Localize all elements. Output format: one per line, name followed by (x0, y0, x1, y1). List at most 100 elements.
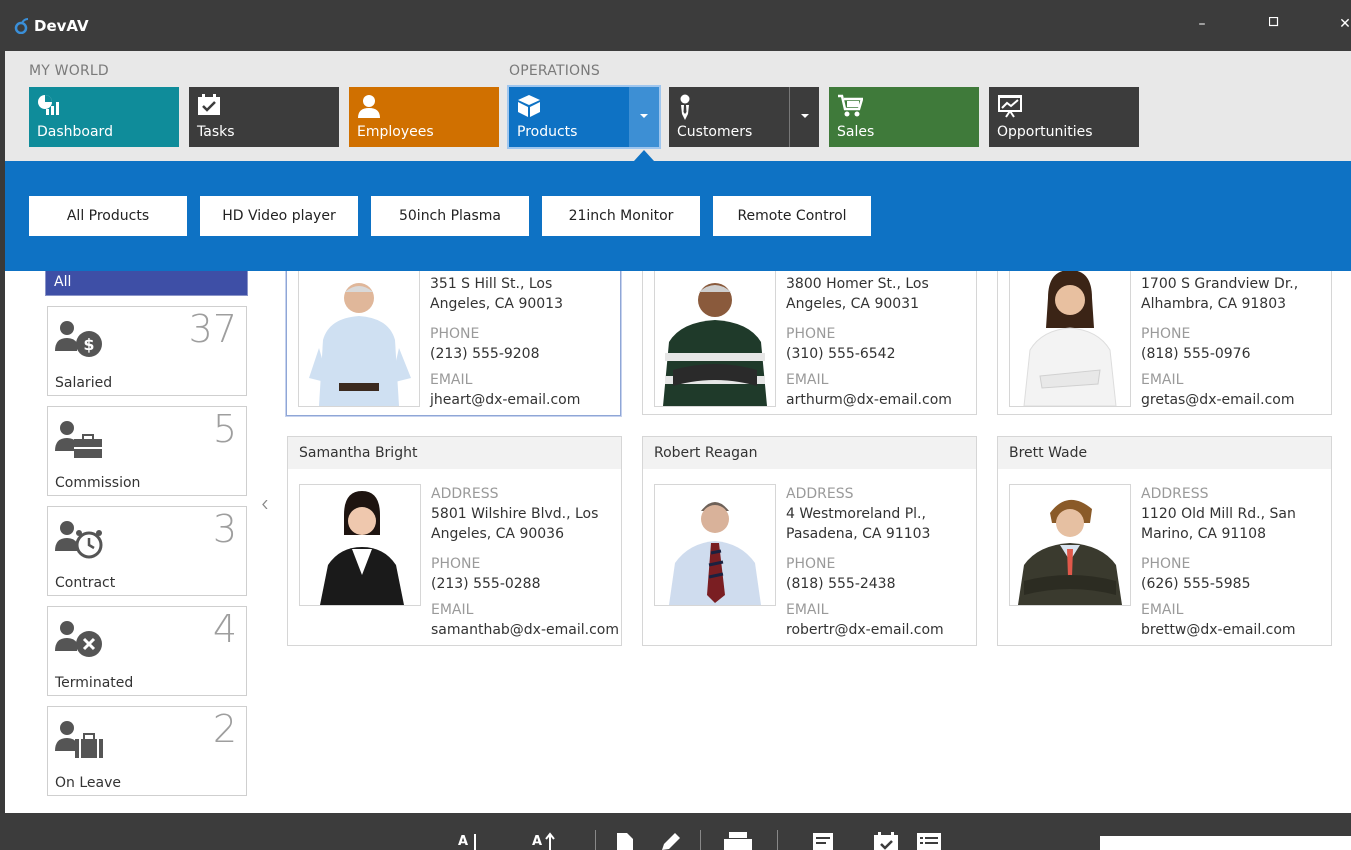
calendar-check-icon[interactable] (872, 832, 900, 850)
filter-all[interactable]: All (45, 271, 248, 296)
email-value[interactable]: robertr@dx-email.com (786, 620, 944, 640)
filter-commission[interactable]: 5 Commission (47, 406, 247, 496)
filter-count: 5 (212, 407, 237, 451)
email-label: EMAIL (786, 372, 829, 388)
phone-label: PHONE (430, 326, 480, 342)
employee-card[interactable]: 351 S Hill St., Los Angeles, CA 90013 PH… (286, 250, 621, 416)
phone-label: PHONE (786, 556, 836, 572)
toolbar-separator (700, 830, 701, 850)
email-value[interactable]: arthurm@dx-email.com (786, 390, 952, 410)
filter-contract[interactable]: 3 Contract (47, 506, 247, 596)
filter-count: 3 (212, 507, 237, 551)
filter-terminated[interactable]: 4 Terminated (47, 606, 247, 696)
customers-icon (680, 94, 690, 120)
employee-name: Samantha Bright (299, 445, 418, 461)
svg-text:$: $ (83, 335, 94, 354)
phone-value: (213) 555-0288 (431, 576, 541, 592)
dashboard-icon (38, 95, 59, 115)
employee-photo (1009, 257, 1131, 407)
card-header: Brett Wade (998, 437, 1331, 469)
email-value[interactable]: gretas@dx-email.com (1141, 390, 1298, 410)
menu-50inch-plasma[interactable]: 50inch Plasma (371, 196, 529, 236)
tile-label: Customers (677, 124, 753, 140)
email-label: EMAIL (1141, 602, 1184, 618)
employee-photo (1009, 484, 1131, 606)
email-label: EMAIL (431, 602, 474, 618)
employee-card[interactable]: 1700 S Grandview Dr., Alhambra, CA 91803… (997, 250, 1332, 415)
filter-label: All (54, 274, 72, 290)
customers-dropdown-button[interactable] (789, 87, 819, 147)
employee-info: 351 S Hill St., Los Angeles, CA 90013 PH… (430, 274, 580, 410)
group-label-my-world: MY WORLD (29, 63, 109, 79)
filter-salaried[interactable]: $ 37 Salaried (47, 306, 247, 396)
email-value[interactable]: brettw@dx-email.com (1141, 620, 1296, 640)
tile-customers[interactable]: Customers (669, 87, 819, 147)
on-leave-icon (55, 721, 103, 758)
filter-count: 37 (188, 307, 237, 351)
employee-card[interactable]: Samantha Bright ADDRESS 5801 Wilshire Bl… (287, 436, 622, 646)
tile-label: Products (517, 124, 578, 140)
title-bar (0, 0, 1351, 51)
menu-remote-control[interactable]: Remote Control (713, 196, 871, 236)
employee-info: 1700 S Grandview Dr., Alhambra, CA 91803… (1141, 274, 1298, 410)
filter-label: Commission (55, 475, 141, 491)
new-document-icon[interactable] (615, 832, 635, 850)
filter-on-leave[interactable]: 2 On Leave (47, 706, 247, 796)
close-button[interactable]: ✕ (1335, 16, 1351, 32)
filter-label: Salaried (55, 375, 113, 391)
card-header: Samantha Bright (288, 437, 621, 469)
card-header: Robert Reagan (643, 437, 976, 469)
address-line-2: Angeles, CA 90013 (430, 296, 563, 312)
maximize-button[interactable] (1264, 15, 1284, 31)
dropdown-pointer (634, 150, 654, 161)
edit-icon[interactable] (660, 832, 682, 850)
address-label: ADDRESS (431, 486, 499, 502)
phone-value: (213) 555-9208 (430, 346, 540, 362)
collapse-panel-button[interactable] (262, 497, 268, 513)
search-box[interactable] (1100, 836, 1351, 850)
list-icon[interactable] (916, 832, 942, 850)
tile-opportunities[interactable]: Opportunities (989, 87, 1139, 147)
employee-card[interactable]: 3800 Homer St., Los Angeles, CA 90031 PH… (642, 250, 977, 415)
employee-photo (298, 257, 420, 407)
filter-label: Terminated (55, 675, 134, 691)
print-icon[interactable] (722, 832, 754, 850)
phone-value: (818) 555-0976 (1141, 346, 1251, 362)
minimize-button[interactable]: – (1192, 16, 1212, 32)
chevron-down-icon (640, 114, 648, 118)
sort-ascending-icon[interactable]: A (458, 832, 484, 850)
phone-label: PHONE (786, 326, 836, 342)
tile-employees[interactable]: Employees (349, 87, 499, 147)
products-dropdown-button[interactable] (629, 87, 659, 147)
tile-dashboard[interactable]: Dashboard (29, 87, 179, 147)
menu-hd-video-player[interactable]: HD Video player (200, 196, 358, 236)
group-label-operations: OPERATIONS (509, 63, 601, 79)
toolbar-separator (777, 830, 778, 850)
tile-products[interactable]: Products (507, 85, 661, 149)
commission-icon (55, 421, 102, 458)
phone-label: PHONE (1141, 326, 1191, 342)
salaried-icon: $ (55, 321, 102, 357)
employee-info: 3800 Homer St., Los Angeles, CA 90031 PH… (786, 274, 952, 410)
employee-card[interactable]: Brett Wade ADDRESS 1120 Old Mill Rd., Sa… (997, 436, 1332, 646)
address-line-1: 4 Westmoreland Pl., (786, 506, 926, 522)
svg-text:A: A (532, 834, 542, 849)
filter-label: Contract (55, 575, 116, 591)
maximize-icon (1268, 16, 1279, 27)
address-line-2: Angeles, CA 90031 (786, 296, 919, 312)
menu-21inch-monitor[interactable]: 21inch Monitor (542, 196, 700, 236)
report-icon[interactable] (812, 832, 838, 850)
phone-value: (626) 555-5985 (1141, 576, 1251, 592)
tile-sales[interactable]: Sales (829, 87, 979, 147)
menu-all-products[interactable]: All Products (29, 196, 187, 236)
opportunities-icon (998, 95, 1022, 118)
tile-tasks[interactable]: Tasks (189, 87, 339, 147)
address-label: ADDRESS (1141, 486, 1209, 502)
employee-card[interactable]: Robert Reagan ADDRESS 4 Westmoreland Pl.… (642, 436, 977, 646)
address-line-2: Angeles, CA 90036 (431, 526, 564, 542)
address-label: ADDRESS (786, 486, 854, 502)
sort-descending-icon[interactable]: A (532, 832, 560, 850)
email-value[interactable]: jheart@dx-email.com (430, 390, 580, 410)
email-value[interactable]: samanthab@dx-email.com (431, 620, 619, 640)
address-line-2: Pasadena, CA 91103 (786, 526, 931, 542)
